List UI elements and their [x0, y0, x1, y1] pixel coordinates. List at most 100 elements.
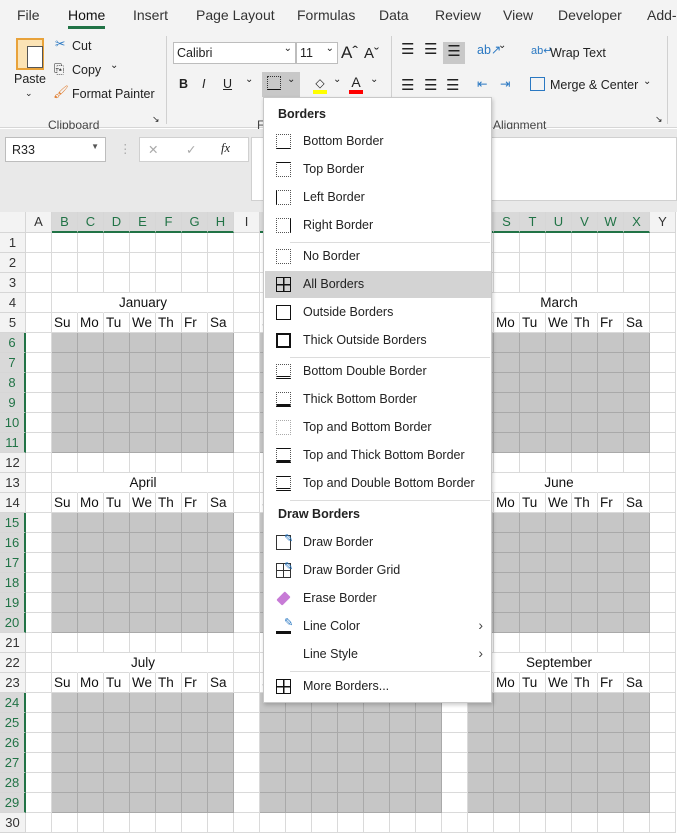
cell[interactable] [494, 633, 520, 653]
cell[interactable] [650, 793, 676, 813]
cell[interactable] [52, 373, 78, 393]
cell[interactable] [234, 573, 260, 593]
cell[interactable] [546, 413, 572, 433]
row-header-3[interactable]: 3 [0, 273, 26, 293]
cell[interactable] [520, 233, 546, 253]
row-header-22[interactable]: 22 [0, 653, 26, 673]
cell[interactable] [130, 273, 156, 293]
cell[interactable] [520, 813, 546, 833]
cell[interactable] [494, 453, 520, 473]
cell[interactable] [598, 773, 624, 793]
column-header-I[interactable]: I [234, 212, 260, 233]
cell[interactable] [208, 453, 234, 473]
align-left-icon[interactable]: ☰ [401, 76, 414, 94]
cell[interactable] [494, 713, 520, 733]
cell[interactable] [312, 813, 338, 833]
row-header-14[interactable]: 14 [0, 493, 26, 513]
cell[interactable] [624, 353, 650, 373]
cell[interactable] [78, 533, 104, 553]
cell[interactable] [234, 253, 260, 273]
cell[interactable] [364, 733, 390, 753]
cell[interactable] [416, 813, 442, 833]
cell[interactable] [494, 733, 520, 753]
cell[interactable] [494, 773, 520, 793]
cell[interactable] [598, 813, 624, 833]
cell[interactable] [52, 393, 78, 413]
cell[interactable] [338, 793, 364, 813]
cell[interactable] [234, 613, 260, 633]
cell[interactable] [156, 553, 182, 573]
cell[interactable] [52, 633, 78, 653]
row-header-12[interactable]: 12 [0, 453, 26, 473]
cell[interactable] [338, 713, 364, 733]
cell[interactable] [598, 353, 624, 373]
cell[interactable] [650, 713, 676, 733]
cell[interactable] [520, 393, 546, 413]
fill-chevron-icon[interactable]: ⌄ [333, 74, 341, 85]
cell[interactable] [598, 453, 624, 473]
cell[interactable] [598, 433, 624, 453]
row-header-29[interactable]: 29 [0, 793, 26, 813]
cell[interactable] [104, 533, 130, 553]
cell[interactable]: Tu [104, 313, 130, 333]
cell[interactable] [650, 373, 676, 393]
cell[interactable] [546, 393, 572, 413]
cell[interactable] [26, 673, 52, 693]
row-header-10[interactable]: 10 [0, 413, 26, 433]
cell[interactable] [104, 693, 130, 713]
cell[interactable] [130, 433, 156, 453]
cell[interactable] [26, 413, 52, 433]
cell[interactable] [78, 333, 104, 353]
cell[interactable]: Sa [624, 313, 650, 333]
cell[interactable] [156, 393, 182, 413]
cell[interactable] [598, 733, 624, 753]
cell[interactable] [156, 693, 182, 713]
cell[interactable] [546, 513, 572, 533]
column-header-G[interactable]: G [182, 212, 208, 233]
cell[interactable] [468, 773, 494, 793]
cell[interactable] [286, 813, 312, 833]
cell[interactable] [130, 533, 156, 553]
cell[interactable] [494, 533, 520, 553]
cell[interactable] [130, 813, 156, 833]
column-header-V[interactable]: V [572, 212, 598, 233]
cell[interactable] [182, 233, 208, 253]
cell[interactable] [364, 813, 390, 833]
row-header-6[interactable]: 6 [0, 333, 26, 353]
tab-data[interactable]: Data [379, 7, 409, 23]
column-header-B[interactable]: B [52, 212, 78, 233]
cell[interactable]: Fr [182, 673, 208, 693]
cell[interactable] [520, 253, 546, 273]
row-header-8[interactable]: 8 [0, 373, 26, 393]
cell[interactable] [624, 813, 650, 833]
tab-page-layout[interactable]: Page Layout [196, 7, 275, 23]
cell[interactable] [182, 813, 208, 833]
row-header-4[interactable]: 4 [0, 293, 26, 313]
cell[interactable] [182, 253, 208, 273]
cell[interactable] [572, 593, 598, 613]
cell[interactable] [234, 273, 260, 293]
cell[interactable] [234, 373, 260, 393]
cell[interactable] [520, 333, 546, 353]
cell[interactable] [572, 693, 598, 713]
cell[interactable] [546, 253, 572, 273]
row-header-26[interactable]: 26 [0, 733, 26, 753]
cell[interactable] [494, 793, 520, 813]
cell[interactable] [572, 573, 598, 593]
cell[interactable]: Th [156, 313, 182, 333]
row-header-28[interactable]: 28 [0, 773, 26, 793]
cell[interactable] [650, 653, 676, 673]
cancel-icon[interactable]: ✕ [148, 142, 158, 157]
cell[interactable] [26, 373, 52, 393]
cell[interactable] [208, 773, 234, 793]
cell[interactable] [156, 613, 182, 633]
cell[interactable] [390, 773, 416, 793]
column-header-T[interactable]: T [520, 212, 546, 233]
cell[interactable] [546, 273, 572, 293]
menu-item-more-borders[interactable]: More Borders... [265, 673, 491, 700]
copy-button[interactable]: Copy [72, 63, 101, 77]
column-header-W[interactable]: W [598, 212, 624, 233]
cell[interactable] [52, 733, 78, 753]
menu-item-draw-border-grid[interactable]: Draw Border Grid ✎ [265, 557, 491, 584]
cell[interactable] [156, 633, 182, 653]
